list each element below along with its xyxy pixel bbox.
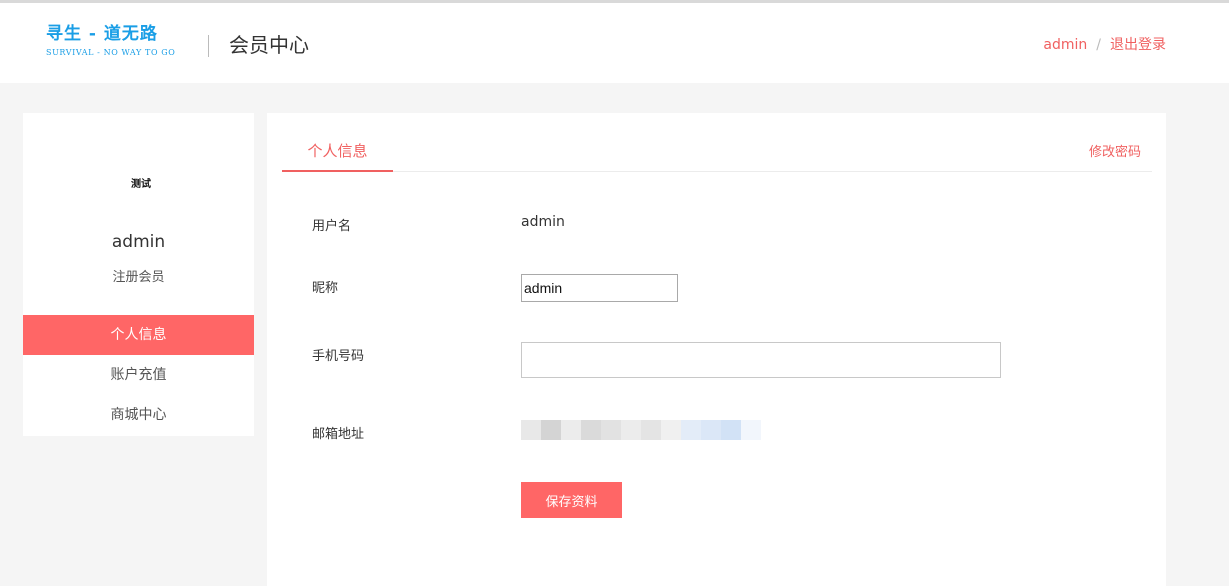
main-panel: 个人信息 修改密码 用户名 admin 昵称 手机号码 邮箱地址 保存资料: [267, 113, 1166, 586]
header-user-links: admin / 退出登录: [1043, 35, 1166, 55]
sidebar-username: admin: [111, 232, 166, 252]
header-divider: [208, 35, 209, 57]
phone-input[interactable]: [521, 342, 1001, 378]
phone-label: 手机号码: [312, 349, 365, 364]
page-title: 会员中心: [229, 33, 309, 57]
site-header: 寻生 - 道无路 SURVIVAL - NO WAY TO GO 会员中心 ad…: [0, 3, 1229, 83]
user-link[interactable]: admin: [1043, 37, 1087, 53]
sidebar-nav: 个人信息 账户充值 商城中心: [23, 315, 254, 435]
site-logo[interactable]: 寻生 - 道无路 SURVIVAL - NO WAY TO GO: [46, 23, 175, 57]
avatar: 测试: [131, 179, 151, 190]
logout-link[interactable]: 退出登录: [1110, 37, 1166, 53]
sidebar-item-profile[interactable]: 个人信息: [23, 315, 254, 355]
tab-profile[interactable]: 个人信息: [282, 113, 393, 172]
save-profile-button[interactable]: 保存资料: [521, 482, 622, 518]
logo-subtext: SURVIVAL - NO WAY TO GO: [46, 48, 176, 57]
email-label: 邮箱地址: [312, 427, 365, 442]
sidebar: 测试 admin 注册会员 个人信息 账户充值 商城中心: [23, 113, 254, 436]
header-separator: /: [1096, 37, 1101, 53]
sidebar-item-recharge[interactable]: 账户充值: [23, 355, 254, 395]
logo-text: 寻生 - 道无路: [46, 24, 158, 44]
username-value: admin: [521, 214, 565, 230]
nickname-input[interactable]: [521, 274, 678, 302]
sidebar-role: 注册会员: [112, 270, 165, 285]
sidebar-item-mall[interactable]: 商城中心: [23, 395, 254, 435]
change-password-link[interactable]: 修改密码: [1089, 141, 1141, 160]
tab-bar: 个人信息 修改密码: [282, 113, 1152, 172]
username-label: 用户名: [312, 219, 352, 234]
email-value-redacted: [521, 420, 761, 440]
nickname-label: 昵称: [312, 281, 339, 296]
